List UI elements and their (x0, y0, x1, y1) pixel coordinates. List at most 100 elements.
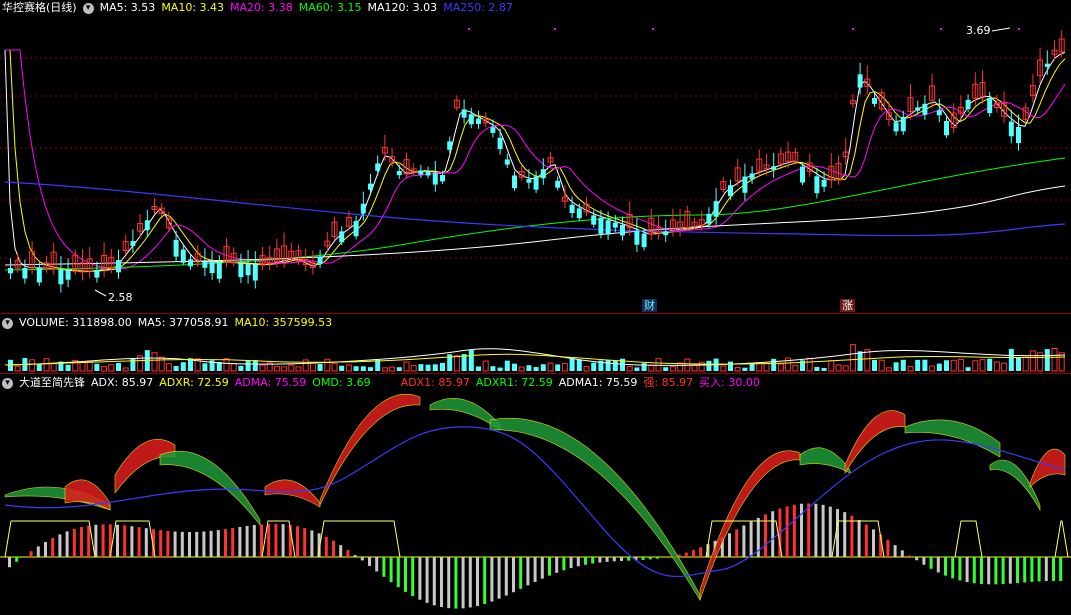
volume-bar (173, 365, 179, 371)
volume-bar (900, 359, 906, 371)
candle-body (1008, 121, 1014, 137)
volume-bar (878, 359, 885, 372)
volume-bar (583, 366, 590, 372)
volume-bar (777, 363, 784, 372)
indicator-bar (216, 530, 220, 557)
indicator-bar (936, 557, 940, 573)
volume-bar (821, 367, 827, 371)
indicator-bar (116, 524, 119, 557)
price-header: 华控赛格(日线) ▾ MA5: 3.53 MA10: 3.43 MA20: 3.… (0, 0, 513, 16)
volume-bar (1029, 350, 1036, 372)
volume-bar (368, 367, 373, 371)
indicator-bar (951, 557, 955, 579)
candle-body (620, 225, 625, 236)
candle-body (252, 264, 258, 281)
candle-body (418, 170, 424, 175)
indicator-bar (274, 523, 278, 557)
indicator-bar (432, 557, 436, 606)
dropdown-chevron-icon[interactable]: ▾ (82, 2, 94, 14)
volume-value: VOLUME: 311898.00 (19, 316, 132, 329)
volume-bar (360, 366, 366, 371)
indicator-bar (605, 557, 609, 562)
stock-title: 华控赛格(日线) (2, 1, 77, 14)
volume-bar (612, 360, 618, 371)
volume-bar (180, 362, 186, 371)
indicator-bar (728, 533, 731, 557)
indicator-bar (231, 528, 235, 557)
buy-label: 买入: 30.00 (699, 376, 760, 389)
indicator-bar (641, 557, 645, 560)
candle-body (425, 171, 431, 176)
indicator-bar (101, 524, 105, 557)
indicator-bar (548, 557, 551, 576)
volume-bar (1008, 348, 1014, 371)
indicator-bar (411, 557, 415, 597)
indicator-bar (576, 557, 580, 567)
volume-bar (353, 366, 359, 371)
volume-bar (915, 359, 921, 371)
volume-bar (116, 363, 121, 371)
price-pane[interactable]: 华控赛格(日线) ▾ MA5: 3.53 MA10: 3.43 MA20: 3.… (0, 0, 1071, 312)
volume-bar (497, 367, 503, 371)
volume-bar (626, 366, 633, 372)
volume-bar (381, 367, 388, 372)
candle-body (742, 176, 748, 193)
candle-body (216, 262, 222, 279)
indicator-pane[interactable]: ▾ 大道至简先锋 ADX: 85.97 ADXR: 72.59 ADMA: 75… (0, 375, 1071, 615)
indicator-bar (108, 524, 112, 557)
indicator-bar (1008, 557, 1012, 584)
candle-body (900, 116, 906, 132)
dropdown-chevron-icon[interactable]: ▾ (2, 377, 13, 389)
candle-body (922, 103, 928, 115)
candle-body (116, 260, 121, 273)
indicator-bar (238, 527, 242, 557)
indicator-bar (267, 523, 271, 557)
indicator-bar (425, 557, 429, 603)
indicator-bar (692, 550, 695, 557)
volume-bar (440, 362, 445, 371)
candle-body (180, 249, 186, 263)
dropdown-chevron-icon[interactable]: ▾ (2, 317, 13, 329)
indicator-bar (368, 557, 371, 566)
indicator-bar (360, 557, 364, 561)
volume-bar (331, 362, 338, 372)
volume-bar (108, 364, 115, 372)
indicator-bar (497, 557, 501, 599)
volume-pane[interactable]: ▾ VOLUME: 311898.00 MA5: 377058.91 MA10:… (0, 315, 1071, 373)
candle-body (130, 241, 136, 246)
candle-body (317, 256, 323, 264)
indicator-bar (447, 557, 451, 609)
candle-body (468, 114, 474, 125)
candle-body (8, 268, 13, 274)
candle-body (512, 175, 517, 189)
candle-body (857, 74, 863, 88)
indicator-chart[interactable] (0, 375, 1071, 615)
indicator-bar (807, 503, 811, 557)
candle-body (396, 171, 402, 176)
candle-body (771, 166, 777, 170)
indicator-bar (965, 557, 969, 583)
limit-up-badge[interactable]: 涨 (840, 299, 855, 312)
candlestick-chart[interactable] (0, 0, 1071, 312)
finance-badge[interactable]: 财 (642, 299, 657, 312)
indicator-bar (188, 532, 191, 557)
indicator-bar (166, 530, 170, 557)
volume-bar (101, 366, 108, 372)
candle-body (58, 269, 64, 285)
candle-body (749, 173, 755, 180)
indicator-bar (339, 545, 343, 557)
candle-body (634, 230, 640, 245)
indicator-bar (476, 557, 479, 606)
volume-bar (324, 358, 331, 372)
indicator-bar (173, 531, 177, 557)
adxr1-label: ADXR1: 72.59 (475, 376, 553, 389)
volume-bar (345, 364, 352, 372)
candle-body (893, 122, 899, 132)
indicator-bar (569, 557, 573, 569)
volume-bar (389, 366, 396, 372)
indicator-bar (684, 552, 688, 557)
volume-bar (1016, 357, 1021, 371)
volume-bar (122, 367, 129, 372)
volume-bar (922, 359, 928, 371)
volume-bar (410, 365, 417, 372)
